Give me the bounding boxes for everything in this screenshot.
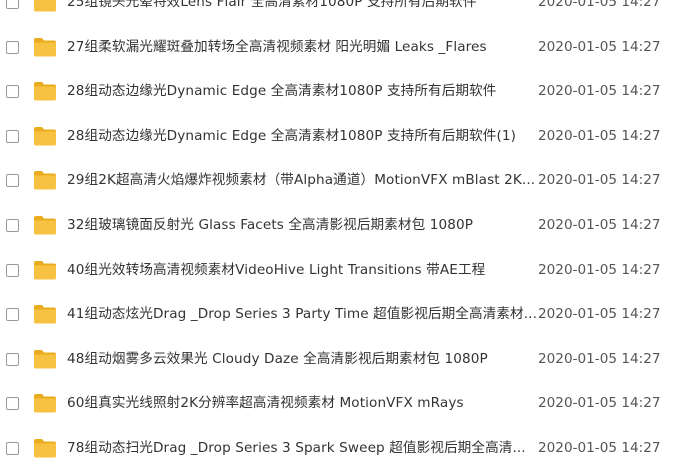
row-checkbox[interactable] [6, 263, 19, 277]
file-modified-date: 2020-01-05 14:27 [538, 350, 661, 367]
file-modified-date: 2020-01-05 14:27 [538, 216, 661, 233]
folder-icon [33, 304, 57, 324]
file-row[interactable]: 28组动态边缘光Dynamic Edge 全高清素材1080P 支持所有后期软件… [0, 70, 700, 115]
row-checkbox[interactable] [6, 129, 19, 143]
file-modified-date: 2020-01-05 14:27 [538, 83, 661, 100]
row-checkbox[interactable] [6, 174, 19, 188]
folder-icon [33, 260, 57, 280]
file-name[interactable]: 48组动烟雾多云效果光 Cloudy Daze 全高清影视后期素材包 1080P [67, 350, 488, 368]
file-name[interactable]: 60组真实光线照射2K分辨率超高清视频素材 MotionVFX mRays [67, 394, 464, 412]
file-modified-date: 2020-01-05 14:27 [538, 439, 661, 456]
file-row[interactable]: 40组光效转场高清视频素材VideoHive Light Transitions… [0, 249, 700, 294]
file-modified-date: 2020-01-05 14:27 [538, 261, 661, 278]
file-name[interactable]: 40组光效转场高清视频素材VideoHive Light Transitions… [67, 261, 485, 279]
folder-icon [33, 81, 57, 101]
file-name[interactable]: 29组2K超高清火焰爆炸视频素材（带Alpha通道）MotionVFX mBla… [67, 171, 535, 189]
row-checkbox[interactable] [6, 0, 19, 9]
file-modified-date: 2020-01-05 14:27 [538, 306, 661, 323]
file-name[interactable]: 27组柔软漏光耀斑叠加转场全高清视频素材 阳光明媚 Leaks _Flares [67, 38, 487, 56]
file-name[interactable]: 41组动态炫光Drag _Drop Series 3 Party Time 超值… [67, 305, 537, 323]
file-row[interactable]: 25组镜头光晕特效Lens Flair 全高清素材1080P 支持所有后期软件 … [0, 0, 700, 26]
file-name[interactable]: 25组镜头光晕特效Lens Flair 全高清素材1080P 支持所有后期软件 [67, 0, 477, 11]
file-row[interactable]: 28组动态边缘光Dynamic Edge 全高清素材1080P 支持所有后期软件… [0, 115, 700, 160]
row-checkbox[interactable] [6, 40, 19, 54]
file-row[interactable]: 78组动态扫光Drag _Drop Series 3 Spark Sweep 超… [0, 427, 700, 472]
row-checkbox[interactable] [6, 308, 19, 322]
file-row[interactable]: 48组动烟雾多云效果光 Cloudy Daze 全高清影视后期素材包 1080P… [0, 338, 700, 383]
row-checkbox[interactable] [6, 397, 19, 411]
folder-icon [33, 0, 57, 12]
file-row[interactable]: 60组真实光线照射2K分辨率超高清视频素材 MotionVFX mRays 20… [0, 382, 700, 427]
file-list: 25组镜头光晕特效Lens Flair 全高清素材1080P 支持所有后期软件 … [0, 0, 700, 472]
file-name[interactable]: 78组动态扫光Drag _Drop Series 3 Spark Sweep 超… [67, 439, 526, 457]
row-checkbox[interactable] [6, 85, 19, 99]
file-modified-date: 2020-01-05 14:27 [538, 0, 661, 10]
file-row[interactable]: 27组柔软漏光耀斑叠加转场全高清视频素材 阳光明媚 Leaks _Flares … [0, 26, 700, 71]
file-row[interactable]: 32组玻璃镜面反射光 Glass Facets 全高清影视后期素材包 1080P… [0, 204, 700, 249]
folder-icon [33, 126, 57, 146]
folder-icon [33, 170, 57, 190]
file-row[interactable]: 29组2K超高清火焰爆炸视频素材（带Alpha通道）MotionVFX mBla… [0, 159, 700, 204]
file-name[interactable]: 28组动态边缘光Dynamic Edge 全高清素材1080P 支持所有后期软件… [67, 127, 516, 145]
folder-icon [33, 393, 57, 413]
folder-icon [33, 438, 57, 458]
file-modified-date: 2020-01-05 14:27 [538, 395, 661, 412]
file-name[interactable]: 32组玻璃镜面反射光 Glass Facets 全高清影视后期素材包 1080P [67, 216, 473, 234]
file-row[interactable]: 41组动态炫光Drag _Drop Series 3 Party Time 超值… [0, 293, 700, 338]
file-modified-date: 2020-01-05 14:27 [538, 127, 661, 144]
file-modified-date: 2020-01-05 14:27 [538, 172, 661, 189]
folder-icon [33, 37, 57, 57]
file-modified-date: 2020-01-05 14:27 [538, 38, 661, 55]
folder-icon [33, 349, 57, 369]
file-name[interactable]: 28组动态边缘光Dynamic Edge 全高清素材1080P 支持所有后期软件 [67, 82, 497, 100]
folder-icon [33, 215, 57, 235]
row-checkbox[interactable] [6, 352, 19, 366]
row-checkbox[interactable] [6, 218, 19, 232]
